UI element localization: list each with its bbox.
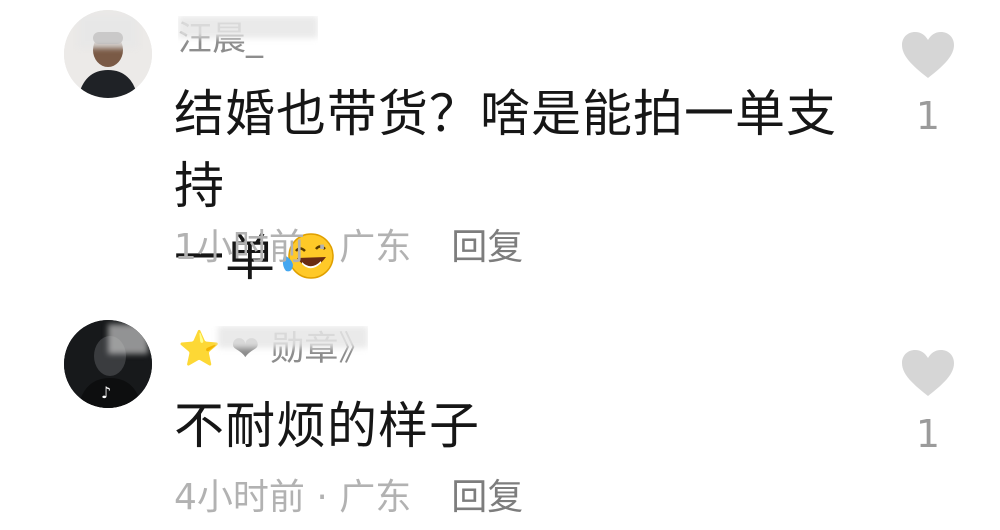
- like-count: 1: [915, 412, 941, 456]
- avatar-blur: [78, 14, 138, 48]
- avatar-blur: [108, 324, 148, 354]
- like-button[interactable]: 1: [898, 30, 958, 140]
- meta-separator: ·: [304, 227, 340, 268]
- comment-item: 汪晨_ 结婚也带货？啥是能拍一单支持 一单 1小时前 · 广东 回复 1: [0, 0, 1000, 290]
- location: 广东: [339, 477, 412, 518]
- avatar[interactable]: ♪: [64, 320, 152, 408]
- like-count: 1: [915, 94, 941, 138]
- like-button[interactable]: 1: [898, 348, 958, 458]
- svg-text:♪: ♪: [101, 383, 111, 402]
- username[interactable]: ⭐ ❤ 勋章》: [178, 326, 368, 372]
- heart-icon: [902, 32, 954, 78]
- comment-meta: 4小时前 · 广东 回复: [174, 474, 523, 522]
- username-blur: [178, 16, 318, 38]
- comment-text: 不耐烦的样子: [174, 390, 854, 462]
- comment-item: ♪ ⭐ ❤ 勋章》 不耐烦的样子 4小时前 · 广东 回复 1: [0, 300, 1000, 530]
- username[interactable]: 汪晨_: [178, 16, 318, 62]
- timestamp: 4小时前: [174, 477, 305, 518]
- heart-icon: [902, 350, 954, 396]
- comment-meta: 1小时前 · 广东 回复: [174, 224, 523, 272]
- comment-text-line1: 结婚也带货？啥是能拍一单支持: [174, 85, 837, 215]
- reply-button[interactable]: 回复: [451, 227, 523, 268]
- username-blur: [218, 326, 368, 348]
- reply-button[interactable]: 回复: [451, 477, 523, 518]
- avatar[interactable]: [64, 10, 152, 98]
- timestamp: 1小时前: [174, 227, 305, 268]
- meta-separator: ·: [304, 477, 340, 518]
- comment-text-line1: 不耐烦的样子: [174, 397, 480, 455]
- location: 广东: [339, 227, 412, 268]
